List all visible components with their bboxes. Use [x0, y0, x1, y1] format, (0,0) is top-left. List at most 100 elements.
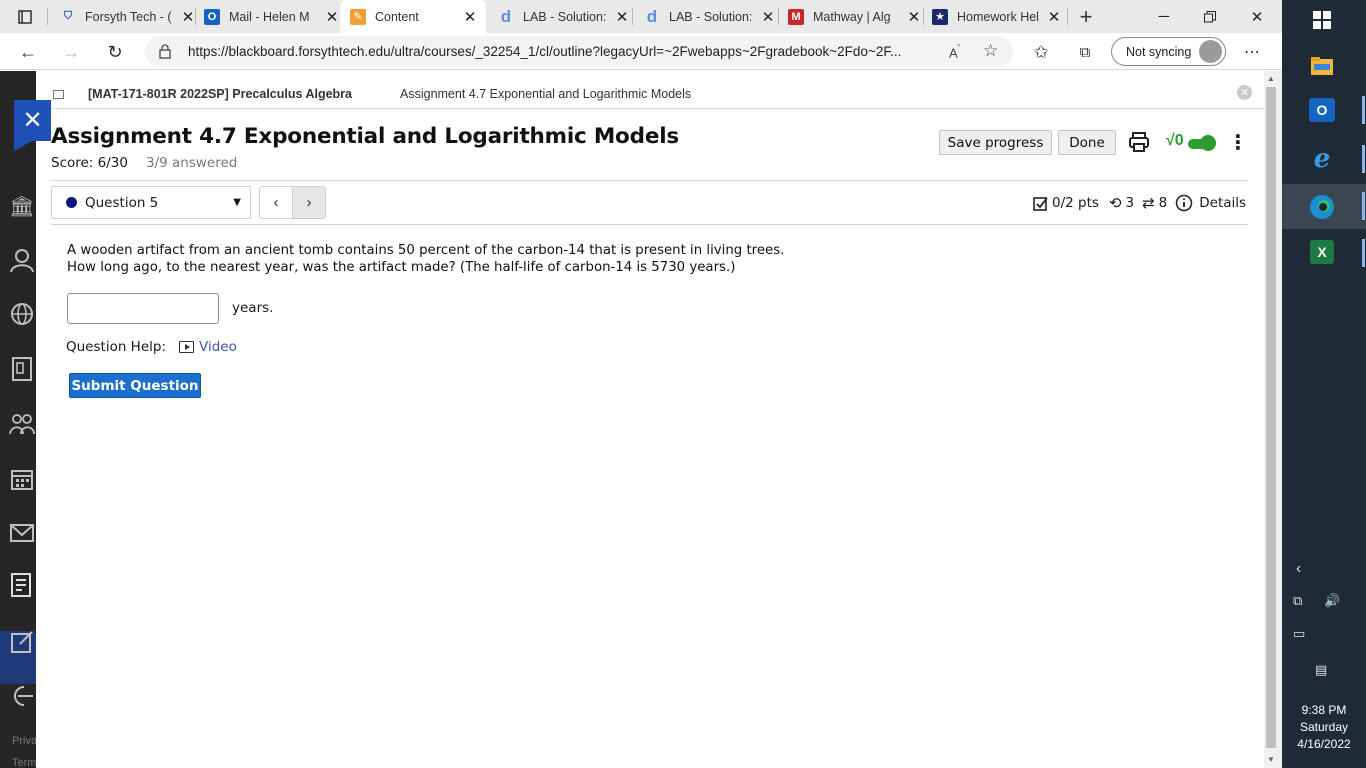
page-title: Assignment 4.7 Exponential and Logarithm…: [51, 124, 679, 149]
forward-button[interactable]: →: [56, 37, 86, 67]
tab-close-icon[interactable]: ✕: [614, 8, 630, 26]
done-button[interactable]: Done: [1058, 130, 1116, 155]
address-bar[interactable]: https://blackboard.forsythtech.edu/ultra…: [145, 36, 1013, 67]
details-link[interactable]: Details: [1199, 195, 1246, 211]
organizations-icon[interactable]: [9, 411, 35, 437]
tab-close-icon[interactable]: ✕: [324, 8, 340, 26]
settings-menu-button[interactable]: ⋯: [1237, 37, 1267, 67]
question-selector[interactable]: Question 5 ▼: [51, 186, 251, 219]
scrollbar-thumb[interactable]: [1266, 87, 1276, 748]
privacy-link[interactable]: Priva: [12, 735, 37, 747]
internet-explorer-icon[interactable]: e: [1308, 144, 1336, 174]
file-explorer-icon[interactable]: [1308, 52, 1336, 80]
outlook-icon[interactable]: O: [1309, 98, 1335, 122]
question-line-2: How long ago, to the nearest year, was t…: [67, 260, 736, 275]
close-window-button[interactable]: ✕: [1234, 0, 1280, 33]
submit-question-button[interactable]: Submit Question: [69, 373, 201, 398]
more-options-icon[interactable]: ⋮: [1228, 130, 1248, 156]
courses-icon[interactable]: [9, 356, 35, 382]
chevron-left-icon: ‹: [273, 194, 279, 211]
scroll-down-icon[interactable]: ▼: [1267, 755, 1275, 764]
toggle-knob[interactable]: [1200, 135, 1216, 151]
favorites-icon: ✩: [1033, 41, 1049, 62]
tab-close-icon[interactable]: ✕: [760, 8, 776, 26]
terms-link[interactable]: Term: [12, 757, 36, 768]
tab-close-icon[interactable]: ✕: [462, 8, 478, 26]
taskbar-clock[interactable]: 9:38 PM Saturday 4/16/2022: [1282, 702, 1366, 753]
question-help: Question Help: Video: [66, 339, 237, 355]
divider: [51, 224, 1248, 225]
chevron-left-icon[interactable]: ‹: [1296, 560, 1301, 578]
minimize-button[interactable]: ─: [1141, 0, 1187, 33]
collections-button[interactable]: ⧉: [1070, 37, 1100, 67]
sign-out-icon[interactable]: [9, 683, 35, 709]
network-icon[interactable]: ⧉: [1293, 593, 1302, 609]
checkbox-icon: [1033, 196, 1048, 211]
mathway-icon: M: [788, 8, 804, 25]
score-line: Score: 6/30 3/9 answered: [51, 155, 237, 171]
tab-close-icon[interactable]: ✕: [1046, 8, 1062, 26]
edge-icon[interactable]: [1308, 193, 1336, 221]
tab-mail[interactable]: O Mail - Helen M ✕: [200, 0, 340, 33]
close-panel-button[interactable]: ✕: [14, 100, 51, 151]
tools-icon[interactable]: [9, 629, 35, 655]
notifications-icon[interactable]: ▤: [1315, 662, 1327, 678]
previous-question-button[interactable]: ‹: [259, 186, 293, 219]
messages-icon[interactable]: [9, 520, 35, 546]
browser-tab-strip: ⛉ Forsyth Tech - ( ✕ O Mail - Helen M ✕ …: [0, 0, 1282, 33]
read-aloud-icon[interactable]: Aʼ: [949, 43, 960, 60]
score-value: Score: 6/30: [51, 155, 128, 171]
profile-icon[interactable]: [9, 247, 35, 273]
windows-start-icon[interactable]: [1308, 6, 1336, 34]
tab-mathway[interactable]: M Mathway | Alg ✕: [786, 0, 922, 33]
restore-button[interactable]: [1187, 0, 1233, 33]
chevron-right-icon: ›: [306, 194, 312, 211]
excel-icon[interactable]: X: [1310, 240, 1334, 264]
d-icon: d: [500, 6, 512, 26]
d-icon: d: [646, 6, 658, 26]
grades-icon[interactable]: [9, 572, 35, 598]
battery-icon[interactable]: ▭: [1293, 626, 1305, 642]
tab-lab-2[interactable]: d LAB - Solution: ✕: [640, 0, 776, 33]
print-icon[interactable]: [1128, 131, 1150, 153]
vertical-scrollbar[interactable]: ▲ ▼: [1264, 71, 1282, 768]
star-badge-icon: ★: [932, 8, 948, 25]
undo-icon: ⟲: [1108, 194, 1122, 212]
breadcrumb-page: Assignment 4.7 Exponential and Logarithm…: [400, 87, 692, 101]
favorites-button[interactable]: ✩: [1026, 37, 1056, 67]
tab-homework[interactable]: ★ Homework Hel ✕: [930, 0, 1062, 33]
attempts-value: 8: [1158, 195, 1168, 211]
back-button[interactable]: ←: [13, 37, 43, 67]
tab-lab-1[interactable]: d LAB - Solution: ✕: [494, 0, 630, 33]
next-question-button[interactable]: ›: [292, 186, 326, 219]
tab-actions-button[interactable]: [18, 0, 46, 33]
question-text: A wooden artifact from an ancient tomb c…: [67, 242, 784, 276]
calendar-icon[interactable]: [9, 466, 35, 492]
tab-forsyth[interactable]: ⛉ Forsyth Tech - ( ✕: [54, 0, 196, 33]
institution-icon[interactable]: 🏛: [9, 193, 35, 219]
answer-input[interactable]: [67, 293, 219, 324]
course-title[interactable]: [MAT-171-801R 2022SP] Precalculus Algebr…: [88, 87, 352, 101]
profile-sync-button[interactable]: Not syncing: [1111, 37, 1226, 66]
close-circle-icon[interactable]: ✕: [1237, 85, 1252, 100]
close-icon: ✕: [1250, 8, 1264, 26]
tab-close-icon[interactable]: ✕: [180, 8, 196, 26]
tab-content[interactable]: ✎ Content ✕: [340, 0, 486, 33]
breadcrumb: [MAT-171-801R 2022SP] Precalculus Algebr…: [36, 79, 1264, 109]
clock-date: 4/16/2022: [1297, 737, 1351, 751]
refresh-button[interactable]: ↻: [100, 37, 130, 67]
scroll-up-icon[interactable]: ▲: [1267, 74, 1275, 83]
info-icon[interactable]: [1175, 194, 1193, 212]
content-panel: [36, 71, 1264, 768]
tab-close-icon[interactable]: ✕: [906, 8, 922, 26]
video-link[interactable]: Video: [199, 339, 237, 355]
add-favorite-icon[interactable]: ☆: [983, 41, 998, 61]
caret-down-icon: ▼: [233, 197, 241, 208]
globe-icon[interactable]: [9, 301, 35, 327]
question-help-label: Question Help:: [66, 339, 166, 355]
shield-icon: ⛉: [63, 10, 73, 22]
window-icon: [53, 90, 64, 99]
volume-icon[interactable]: 🔊: [1324, 593, 1340, 609]
new-tab-button[interactable]: +: [1074, 0, 1098, 33]
save-progress-button[interactable]: Save progress: [939, 130, 1052, 155]
